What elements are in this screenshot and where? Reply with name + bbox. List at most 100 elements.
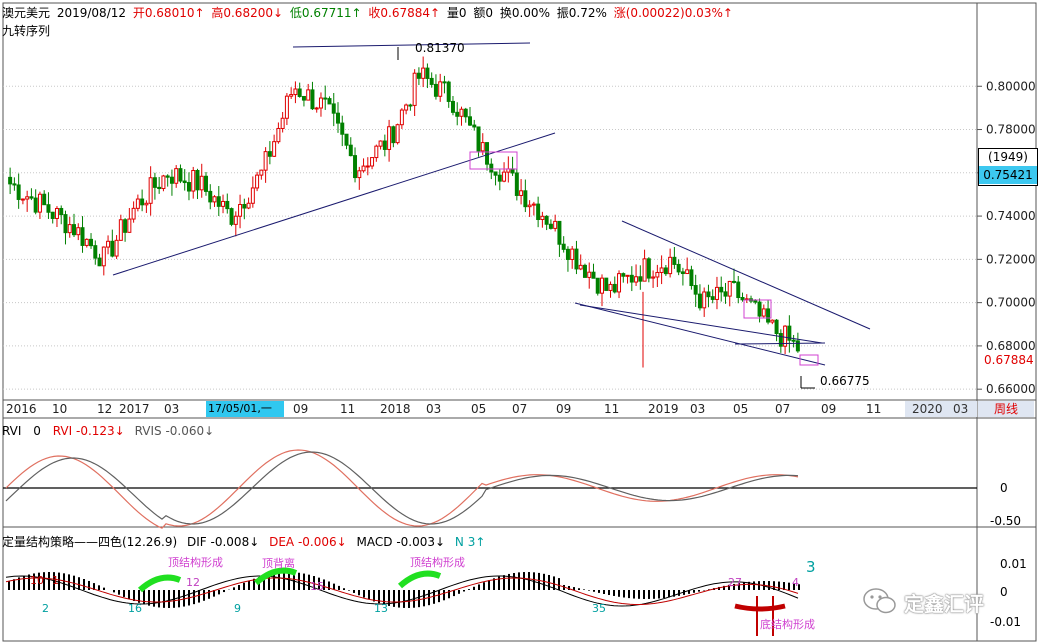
macd-bar: [578, 588, 580, 590]
candle-body: [463, 108, 468, 118]
channel-mid: [579, 304, 823, 344]
n-value: N 3↑: [454, 535, 486, 549]
candle-body: [485, 142, 490, 165]
candle-body: [331, 103, 336, 114]
candle-body: [634, 276, 639, 283]
candle-body: [502, 171, 507, 182]
candle-body: [135, 198, 140, 209]
candle-body: [250, 187, 255, 204]
period-selector[interactable]: 周线: [978, 401, 1034, 417]
macd-bar: [458, 590, 460, 594]
candle-body: [118, 219, 123, 241]
macd-bar: [98, 585, 100, 590]
wechat-icon: [863, 588, 896, 614]
candle-body: [531, 203, 536, 206]
rvis-label: RVIS: [134, 424, 162, 438]
macd-bar: [598, 590, 600, 593]
macd-bar: [628, 590, 630, 599]
macd-bar: [403, 590, 405, 608]
trendline-support: [112, 132, 556, 276]
macd-bar: [248, 580, 250, 590]
macd-bar: [218, 590, 220, 595]
candle-body: [33, 197, 38, 213]
candle-body: [284, 95, 289, 119]
candle-body: [404, 104, 409, 111]
chart-window: 0.660000.680000.700000.720000.740000.760…: [0, 0, 1040, 644]
candle-body: [710, 296, 715, 300]
candle-body: [702, 291, 707, 309]
macd-bar: [353, 590, 355, 593]
macd-bar: [743, 582, 745, 590]
macd-bar: [633, 590, 635, 599]
candle-body: [514, 172, 519, 196]
dif-label: DIF: [187, 535, 207, 549]
candle-body: [12, 183, 17, 186]
macd-bar: [573, 587, 575, 590]
candle-body: [459, 108, 464, 117]
candle-body: [604, 277, 609, 291]
candle-body: [565, 248, 570, 260]
candle-body: [348, 144, 353, 157]
candle-body: [446, 81, 451, 102]
candle-body: [480, 142, 485, 152]
candle-body: [519, 190, 524, 196]
time-axis-label: 11: [604, 402, 619, 416]
price-tick-label: 0.70000: [986, 296, 1036, 310]
macd-bar: [418, 590, 420, 608]
macd-bar: [693, 590, 695, 593]
candle-body: [42, 193, 47, 206]
cursor-price-box: (1949) 0.75421: [978, 148, 1038, 186]
time-axis-label: 09: [293, 402, 308, 416]
candle-body: [791, 339, 796, 342]
macd-bar: [198, 590, 200, 603]
price-tick-label: 0.80000: [986, 79, 1036, 93]
macd-bar: [778, 581, 780, 590]
macd-bar: [288, 572, 290, 590]
candle-body: [370, 157, 375, 167]
candle-body: [84, 238, 89, 246]
macd-bar: [338, 585, 340, 590]
candle-body: [340, 122, 345, 135]
candle-body: [395, 124, 400, 144]
candle-body: [412, 72, 417, 106]
macd-bar: [113, 590, 115, 593]
candle-body: [527, 204, 532, 208]
time-axis-label: 12: [97, 402, 112, 416]
high-annotation: 0.81370: [415, 41, 465, 55]
candle-body: [191, 170, 196, 192]
structure-annotation: 底结构形成: [760, 617, 815, 631]
candle-body: [16, 184, 21, 200]
candle-body: [157, 186, 162, 190]
candle-body: [659, 267, 664, 273]
candle-body: [110, 240, 115, 257]
price-tick-label: 0.74000: [986, 209, 1036, 223]
macd-count-label: 16: [128, 602, 142, 615]
candle-body: [736, 281, 741, 299]
macd-bar: [788, 582, 790, 590]
candle-body: [399, 109, 404, 126]
candle-body: [67, 224, 72, 234]
macd-bar: [63, 573, 65, 590]
candle-body: [536, 203, 541, 221]
macd-bar: [203, 590, 205, 601]
candle-body: [289, 94, 294, 97]
candle-body: [561, 243, 566, 250]
macd-bar: [438, 590, 440, 603]
time-axis-label: 05: [471, 402, 486, 416]
candle-body: [689, 269, 694, 287]
macd-bar: [593, 590, 595, 592]
macd-count-label: 35: [592, 602, 606, 615]
macd-count-label: 4: [792, 576, 799, 589]
candle-body: [442, 81, 447, 84]
macd-value: -0.003↓: [396, 535, 446, 549]
rvi-header: RVI 0 RVI -0.123↓ RVIS -0.060↓: [2, 424, 214, 438]
time-axis-label: 03: [953, 402, 968, 416]
candle-body: [152, 177, 157, 188]
candle-body: [685, 269, 690, 275]
candle-body: [89, 238, 94, 247]
macd-bar: [128, 590, 130, 600]
time-axis-label: 09: [556, 402, 571, 416]
macd-bar: [183, 590, 185, 607]
watermark-text: 定鑫汇评: [904, 592, 984, 616]
macd-bar: [523, 572, 525, 590]
